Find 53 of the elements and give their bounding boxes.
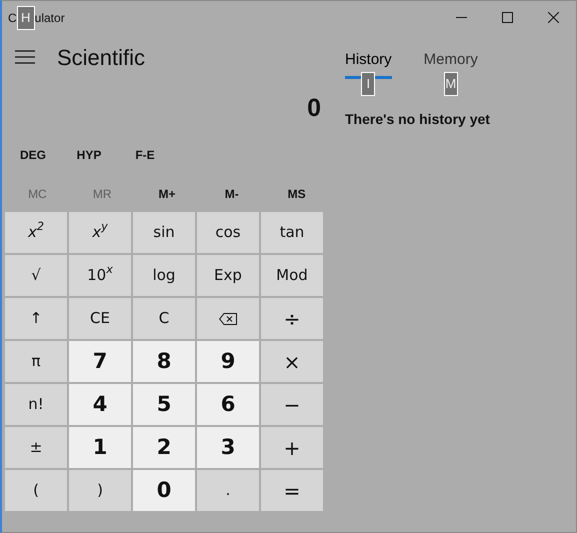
function-button[interactable]: √: [5, 255, 67, 296]
digit-button[interactable]: 8: [133, 341, 195, 382]
digit-button[interactable]: 5: [133, 384, 195, 425]
empty-history-message: There's no history yet: [345, 110, 491, 129]
maximize-icon: [502, 12, 512, 23]
memory-button[interactable]: MS: [264, 176, 329, 212]
function-button[interactable]: 10$^{x}$: [69, 255, 131, 296]
function-button[interactable]: C: [133, 298, 195, 339]
function-button[interactable]: sin: [133, 212, 195, 253]
mode-title: Scientific: [57, 44, 146, 72]
function-button[interactable]: .: [197, 470, 259, 511]
operator-button[interactable]: ×: [261, 341, 323, 382]
function-button[interactable]: Exp: [197, 255, 259, 296]
function-button[interactable]: x$^{2}$: [5, 212, 67, 253]
close-icon: [548, 12, 558, 23]
backspace-button[interactable]: [197, 298, 259, 339]
function-button[interactable]: π: [5, 341, 67, 382]
digit-button[interactable]: 9: [197, 341, 259, 382]
digit-button[interactable]: 6: [197, 384, 259, 425]
function-button[interactable]: ↑: [5, 298, 67, 339]
operator-button[interactable]: =: [261, 470, 323, 511]
function-button[interactable]: (: [5, 470, 67, 511]
menu-icon: [15, 50, 35, 64]
digit-button[interactable]: 4: [69, 384, 131, 425]
operator-button[interactable]: −: [261, 384, 323, 425]
mode-toggle-button[interactable]: F-E: [117, 145, 173, 165]
digit-button[interactable]: 7: [69, 341, 131, 382]
function-button[interactable]: ): [69, 470, 131, 511]
operator-button[interactable]: +: [261, 427, 323, 468]
digit-button[interactable]: 1: [69, 427, 131, 468]
keytip: I: [361, 72, 376, 96]
window-title: ulator: [34, 10, 65, 26]
function-button[interactable]: tan: [261, 212, 323, 253]
mode-toggle-button[interactable]: HYP: [61, 145, 117, 165]
function-button[interactable]: log: [133, 255, 195, 296]
keytip: H: [16, 6, 35, 30]
display-value: 0: [306, 93, 322, 124]
function-button[interactable]: n!: [5, 384, 67, 425]
backspace-icon: [219, 312, 237, 324]
memory-button[interactable]: M-: [199, 176, 264, 212]
digit-button[interactable]: 2: [133, 427, 195, 468]
mode-toggle-button[interactable]: DEG: [5, 145, 61, 165]
function-button[interactable]: Mod: [261, 255, 323, 296]
function-button[interactable]: ±: [5, 427, 67, 468]
function-button[interactable]: cos: [197, 212, 259, 253]
keytip: M: [444, 72, 458, 96]
function-button[interactable]: x$^{y}$: [69, 212, 131, 253]
memory-button[interactable]: M+: [134, 176, 200, 212]
digit-button[interactable]: 0: [133, 470, 195, 511]
window-title: C: [8, 10, 17, 26]
operator-button[interactable]: ÷: [261, 298, 323, 339]
digit-button[interactable]: 3: [197, 427, 259, 468]
function-button[interactable]: CE: [69, 298, 131, 339]
